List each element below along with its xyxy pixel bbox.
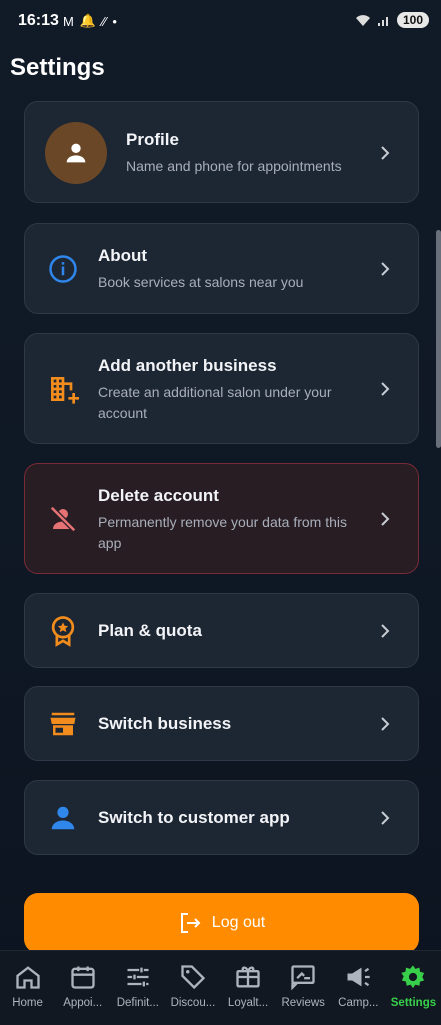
battery-indicator: 100	[396, 12, 429, 28]
nav-item-reviews[interactable]: Reviews	[276, 951, 331, 1025]
gmail-icon: M	[63, 13, 74, 29]
bottom-nav: Home Appoi... Definit... Discou... Loyal…	[0, 950, 441, 1025]
chevron-right-icon	[381, 382, 390, 396]
settings-item-title: Plan & quota	[98, 621, 202, 640]
home-icon	[15, 966, 40, 989]
scrollbar[interactable]	[436, 230, 441, 448]
notification-icons: M 🔔 ⁄⁄ •	[63, 13, 117, 29]
settings-item-title: Profile	[126, 130, 179, 149]
signal-off-icon: ⁄⁄	[102, 13, 107, 29]
cell-signal-icon	[377, 17, 388, 26]
chevron-right-icon	[381, 146, 390, 160]
store-icon	[45, 706, 81, 742]
wifi-icon	[355, 15, 370, 26]
nav-label: Settings	[390, 997, 437, 1009]
info-icon	[45, 251, 81, 287]
avatar	[45, 122, 107, 184]
settings-item-delete-account[interactable]: Delete account Permanently remove your d…	[24, 463, 419, 574]
logout-button[interactable]: Log out	[24, 893, 419, 953]
nav-label: Loyalt...	[227, 997, 269, 1009]
settings-item-title: About	[98, 246, 148, 265]
settings-item-subtitle: Permanently remove your data from this a…	[98, 514, 347, 551]
nav-label: Appoi...	[63, 997, 103, 1009]
nav-label: Home	[12, 997, 43, 1009]
tag-icon	[181, 965, 206, 990]
nav-label: Camp...	[338, 997, 379, 1009]
nav-item-campaigns[interactable]: Camp...	[331, 951, 386, 1025]
bell-icon: 🔔	[79, 13, 97, 28]
settings-item-subtitle: Book services at salons near you	[98, 274, 304, 290]
domain-add-icon	[45, 371, 81, 407]
rate-review-icon	[291, 965, 315, 991]
status-time: 16:13	[18, 12, 59, 29]
chevron-right-icon	[381, 717, 390, 731]
nav-item-settings[interactable]: Settings	[386, 951, 441, 1025]
settings-item-subtitle: Create an additional salon under your ac…	[98, 384, 332, 421]
nav-label: Reviews	[281, 997, 325, 1009]
settings-item-title: Switch to customer app	[98, 808, 290, 827]
person-icon	[66, 143, 86, 163]
system-icons: 100	[355, 12, 429, 28]
settings-item-title: Delete account	[98, 486, 219, 505]
person-off-icon	[45, 501, 81, 537]
calendar-icon	[71, 966, 95, 989]
dot-icon: •	[112, 13, 117, 29]
badge-icon	[45, 613, 81, 649]
settings-item-title: Add another business	[98, 356, 277, 375]
settings-item-title: Switch business	[98, 714, 232, 733]
nav-item-loyalty[interactable]: Loyalt...	[221, 951, 276, 1025]
nav-item-appointments[interactable]: Appoi...	[55, 951, 110, 1025]
logout-icon	[180, 913, 201, 933]
settings-item-switch-business[interactable]: Switch business	[24, 686, 419, 761]
nav-item-home[interactable]: Home	[0, 951, 55, 1025]
tune-icon	[127, 967, 149, 987]
settings-item-about[interactable]: About Book services at salons near you	[24, 223, 419, 314]
chevron-right-icon	[381, 512, 390, 526]
chevron-right-icon	[381, 262, 390, 276]
settings-item-subtitle: Name and phone for appointments	[126, 158, 342, 174]
campaign-icon	[347, 967, 370, 987]
chevron-right-icon	[381, 811, 390, 825]
page-title: Settings	[10, 54, 105, 81]
settings-item-profile[interactable]: Profile Name and phone for appointments	[24, 101, 419, 203]
nav-label: Definit...	[116, 997, 159, 1009]
chevron-right-icon	[381, 624, 390, 638]
settings-item-switch-customer-app[interactable]: Switch to customer app	[24, 780, 419, 855]
nav-item-definitions[interactable]: Definit...	[110, 951, 165, 1025]
card-giftcard-icon	[236, 966, 260, 988]
person-icon	[45, 800, 81, 836]
settings-item-add-business[interactable]: Add another business Create an additiona…	[24, 333, 419, 444]
nav-item-discounts[interactable]: Discou...	[165, 951, 220, 1025]
settings-item-plan-quota[interactable]: Plan & quota	[24, 593, 419, 668]
status-bar: 16:13 M 🔔 ⁄⁄ • 100	[0, 0, 441, 44]
nav-label: Discou...	[170, 997, 216, 1009]
gear-icon	[401, 965, 425, 989]
logout-label: Log out	[211, 914, 266, 931]
